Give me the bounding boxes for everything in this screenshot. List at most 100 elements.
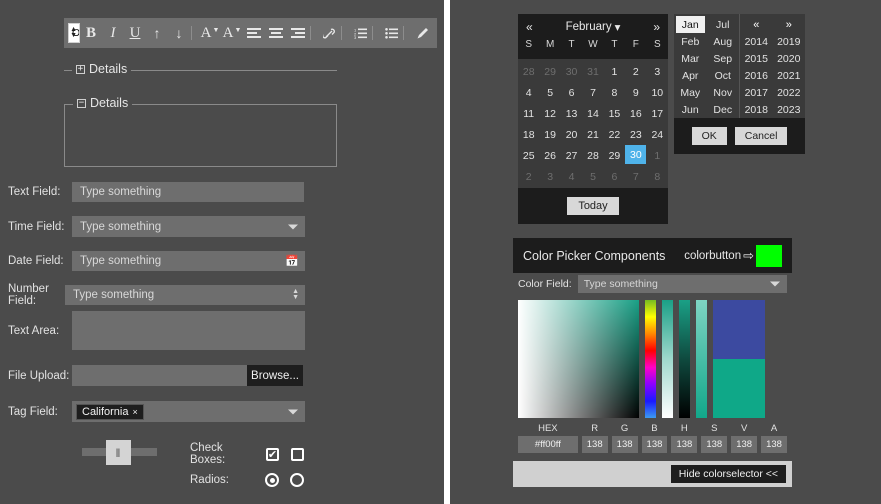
- picker-option[interactable]: Aug: [707, 33, 740, 50]
- font-family-select[interactable]: Open Sans ▲▼: [68, 23, 80, 43]
- checkbox-unchecked[interactable]: [291, 447, 304, 461]
- calendar-day-cell[interactable]: 18: [518, 124, 539, 145]
- calendar-day-cell[interactable]: 8: [604, 82, 625, 103]
- calendar-day-cell[interactable]: 24: [647, 124, 668, 145]
- picker-option[interactable]: Jul: [707, 16, 740, 33]
- saturation-value-box[interactable]: [518, 300, 639, 418]
- calendar-next-button[interactable]: »: [653, 20, 660, 34]
- calendar-day-cell[interactable]: 28: [582, 145, 603, 166]
- collapse-icon[interactable]: −: [77, 98, 86, 108]
- slider-handle[interactable]: ‖: [106, 440, 131, 465]
- tag-input[interactable]: California ×: [72, 401, 305, 422]
- calendar-day-cell[interactable]: 10: [647, 82, 668, 103]
- h-value-input[interactable]: 138: [671, 436, 698, 453]
- calendar-day-cell[interactable]: 2: [625, 61, 646, 82]
- details-legend-collapsed[interactable]: + Details: [72, 62, 132, 76]
- calendar-day-cell[interactable]: 2: [518, 166, 539, 187]
- hide-colorselector-button[interactable]: Hide colorselector <<: [670, 465, 786, 483]
- picker-option[interactable]: 2017: [740, 84, 773, 101]
- calendar-day-cell[interactable]: 17: [647, 103, 668, 124]
- chevron-down-icon[interactable]: [770, 281, 780, 287]
- v-value-input[interactable]: 138: [731, 436, 758, 453]
- chevron-down-icon[interactable]: [288, 224, 298, 229]
- calendar-day-cell[interactable]: 25: [518, 145, 539, 166]
- radio-selected[interactable]: [265, 473, 279, 487]
- ok-button[interactable]: OK: [691, 127, 727, 145]
- increase-font-button[interactable]: ↑: [146, 20, 168, 46]
- calendar-day-cell[interactable]: 22: [604, 124, 625, 145]
- picker-option[interactable]: Sep: [707, 50, 740, 67]
- picker-option[interactable]: 2021: [773, 67, 806, 84]
- calendar-day-cell[interactable]: 27: [561, 145, 582, 166]
- calendar-day-cell[interactable]: 6: [561, 82, 582, 103]
- calendar-day-cell[interactable]: 3: [647, 61, 668, 82]
- picker-option[interactable]: 2023: [773, 101, 806, 118]
- picker-option[interactable]: Dec: [707, 101, 740, 118]
- picker-option[interactable]: Jan: [676, 16, 705, 33]
- calendar-day-cell[interactable]: 12: [539, 103, 560, 124]
- calendar-month-select[interactable]: February ▾: [566, 20, 621, 34]
- saturation-slider[interactable]: [662, 300, 673, 418]
- time-input[interactable]: Type something: [72, 216, 305, 237]
- calendar-day-cell[interactable]: 20: [561, 124, 582, 145]
- calendar-day-cell[interactable]: 21: [582, 124, 603, 145]
- picker-option[interactable]: Apr: [674, 67, 707, 84]
- alpha-slider[interactable]: [696, 300, 707, 418]
- ordered-list-icon[interactable]: 123: [349, 20, 371, 46]
- calendar-day-cell[interactable]: 9: [625, 82, 646, 103]
- calendar-day-cell[interactable]: 13: [561, 103, 582, 124]
- picker-option[interactable]: Mar: [674, 50, 707, 67]
- calendar-day-cell[interactable]: 8: [647, 166, 668, 187]
- chevron-down-icon[interactable]: [288, 409, 298, 414]
- calendar-day-cell[interactable]: 30: [561, 61, 582, 82]
- expand-icon[interactable]: +: [76, 64, 85, 74]
- calendar-icon[interactable]: 📅: [285, 255, 299, 268]
- calendar-day-cell[interactable]: 4: [561, 166, 582, 187]
- picker-option[interactable]: 2020: [773, 50, 806, 67]
- picker-option[interactable]: Nov: [707, 84, 740, 101]
- link-icon[interactable]: [318, 20, 340, 46]
- cancel-button[interactable]: Cancel: [734, 127, 788, 145]
- calendar-day-cell[interactable]: 19: [539, 124, 560, 145]
- calendar-day-cell[interactable]: 31: [582, 61, 603, 82]
- today-button[interactable]: Today: [567, 197, 619, 215]
- unordered-list-icon[interactable]: [380, 20, 402, 46]
- picker-option[interactable]: 2016: [740, 67, 773, 84]
- calendar-day-cell[interactable]: 1: [647, 145, 668, 166]
- slider-track-right[interactable]: [131, 448, 156, 456]
- r-value-input[interactable]: 138: [581, 436, 608, 453]
- b-value-input[interactable]: 138: [641, 436, 668, 453]
- align-center-icon[interactable]: [265, 20, 287, 46]
- calendar-day-cell[interactable]: 11: [518, 103, 539, 124]
- number-stepper-icon[interactable]: ▲ ▼: [292, 288, 299, 301]
- browse-button[interactable]: Browse...: [247, 365, 303, 386]
- picker-option[interactable]: 2022: [773, 84, 806, 101]
- tag-chip-california[interactable]: California ×: [76, 403, 144, 420]
- value-slider[interactable]: [679, 300, 690, 418]
- picker-option[interactable]: 2015: [740, 50, 773, 67]
- color-field-input[interactable]: Type something: [577, 275, 787, 293]
- calendar-prev-button[interactable]: «: [526, 20, 533, 34]
- picker-option[interactable]: 2019: [773, 33, 806, 50]
- picker-option[interactable]: 2014: [740, 33, 773, 50]
- text-area-input[interactable]: [72, 311, 305, 350]
- years-prev-button[interactable]: «: [740, 16, 773, 33]
- pencil-icon[interactable]: [411, 20, 433, 46]
- text-color-button[interactable]: A ▼: [199, 20, 221, 46]
- calendar-day-cell[interactable]: 23: [625, 124, 646, 145]
- a-value-input[interactable]: 138: [761, 436, 787, 453]
- calendar-day-cell[interactable]: 6: [604, 166, 625, 187]
- calendar-day-selected[interactable]: 30: [625, 145, 647, 164]
- calendar-day-cell[interactable]: 7: [625, 166, 646, 187]
- calendar-day-cell[interactable]: 5: [582, 166, 603, 187]
- radio-unselected[interactable]: [290, 473, 304, 487]
- calendar-day-cell[interactable]: 15: [604, 103, 625, 124]
- hue-slider[interactable]: [645, 300, 656, 418]
- background-color-button[interactable]: A ▼: [221, 20, 243, 46]
- calendar-day-cell[interactable]: 16: [625, 103, 646, 124]
- checkbox-checked[interactable]: ✔: [266, 447, 279, 461]
- align-right-icon[interactable]: [287, 20, 309, 46]
- italic-button[interactable]: I: [102, 20, 124, 46]
- date-input[interactable]: Type something 📅: [72, 251, 305, 271]
- picker-option[interactable]: Feb: [674, 33, 707, 50]
